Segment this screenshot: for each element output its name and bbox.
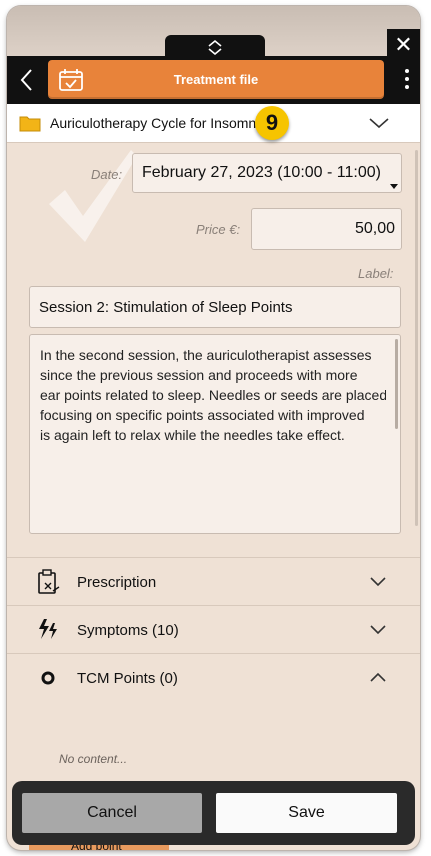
- date-label: Date:: [91, 167, 123, 182]
- prescription-icon: [38, 569, 60, 594]
- notes-textarea[interactable]: In the second session, the auriculothera…: [29, 334, 401, 534]
- folder-icon: [19, 116, 41, 132]
- label-input[interactable]: Session 2: Stimulation of Sleep Points: [29, 286, 401, 328]
- chevron-down-icon: [370, 625, 386, 635]
- lightning-icon: [39, 619, 57, 639]
- chevron-down-icon: [370, 577, 386, 587]
- step-badge: 9: [255, 106, 289, 140]
- expand-collapse-icon: [208, 39, 222, 55]
- label-value: Session 2: Stimulation of Sleep Points: [39, 299, 293, 316]
- date-value: February 27, 2023 (10:00 - 11:00): [142, 164, 381, 181]
- chevron-down-icon[interactable]: [368, 116, 390, 130]
- page-scrollbar[interactable]: [415, 150, 418, 526]
- date-dropdown[interactable]: February 27, 2023 (10:00 - 11:00): [132, 153, 402, 193]
- section-prescription[interactable]: Prescription: [7, 557, 420, 605]
- dropdown-arrow-icon: [390, 184, 398, 189]
- notes-text: In the second session, the auriculothera…: [40, 347, 386, 443]
- more-options-icon[interactable]: [404, 69, 410, 93]
- back-icon[interactable]: [15, 66, 39, 94]
- title-bar: Treatment file: [7, 56, 420, 104]
- save-button[interactable]: Save: [216, 793, 397, 833]
- page-title: Treatment file: [173, 72, 259, 87]
- chevron-up-icon: [370, 672, 386, 682]
- cancel-button[interactable]: Cancel: [22, 793, 202, 833]
- prescription-title: Prescription: [77, 574, 157, 591]
- app-window: ✕ Treatment file Auriculotherapy Cycle f…: [7, 6, 420, 850]
- price-value: 50,00: [354, 220, 395, 237]
- section-tcm-points[interactable]: TCM Points (0): [7, 653, 420, 701]
- symptoms-title: Symptoms (10): [77, 622, 179, 639]
- footer-bar: Cancel Save: [12, 781, 415, 845]
- empty-state-text: No content...: [59, 752, 128, 766]
- cycle-name: Auriculotherapy Cycle for Insomnia: [50, 115, 268, 131]
- section-symptoms[interactable]: Symptoms (10): [7, 605, 420, 653]
- cycle-selector[interactable]: Auriculotherapy Cycle for Insomnia 9: [7, 104, 420, 143]
- checkmark-watermark: [49, 150, 137, 242]
- point-icon: [41, 671, 55, 685]
- label-label: Label:: [358, 266, 394, 281]
- treatment-file-tab[interactable]: Treatment file: [48, 60, 384, 99]
- tcm-points-title: TCM Points (0): [77, 670, 178, 687]
- price-input[interactable]: 50,00: [251, 208, 402, 250]
- notes-scrollbar[interactable]: [395, 339, 398, 429]
- price-label: Price €:: [196, 222, 241, 237]
